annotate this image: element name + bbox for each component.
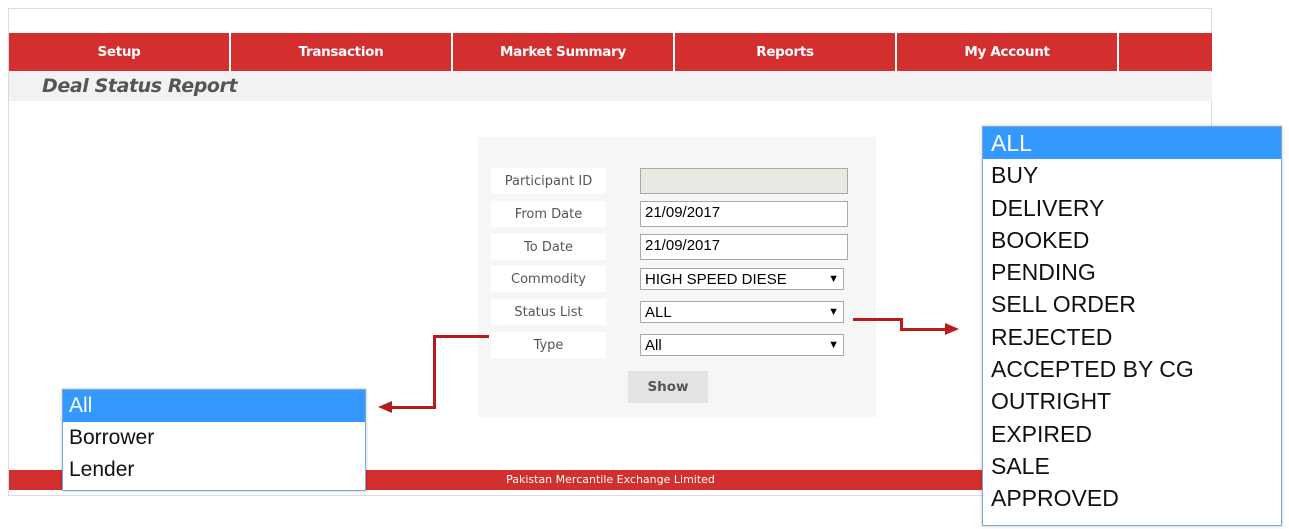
status-dropdown-list: ALL BUY DELIVERY BOOKED PENDING SELL ORD… [982, 126, 1282, 526]
callout-arrow-line [433, 335, 489, 338]
nav-item-reports[interactable]: Reports [675, 33, 897, 71]
callout-arrow-line [853, 318, 903, 321]
nav-item-setup[interactable]: Setup [9, 33, 231, 71]
type-option-borrower[interactable]: Borrower [63, 422, 365, 454]
from-date-label: From Date [491, 201, 606, 227]
page-title: Deal Status Report [42, 75, 238, 97]
to-date-label: To Date [491, 234, 606, 260]
arrow-right-icon [945, 323, 959, 335]
type-label: Type [491, 332, 606, 358]
nav-item-more[interactable] [1119, 33, 1212, 71]
status-option-accepted-by-cg[interactable]: ACCEPTED BY CG [983, 353, 1281, 385]
status-option-all[interactable]: ALL [983, 127, 1281, 160]
status-option-booked[interactable]: BOOKED [983, 224, 1281, 256]
commodity-label: Commodity [491, 266, 606, 292]
type-dropdown-list: All Borrower Lender [62, 389, 366, 491]
participant-id-input[interactable] [640, 168, 848, 194]
type-option-lender[interactable]: Lender [63, 454, 365, 486]
report-filter-form: Participant ID From Date 21/09/2017 To D… [478, 137, 876, 417]
commodity-select-value: HIGH SPEED DIESE [645, 270, 787, 288]
commodity-select[interactable]: HIGH SPEED DIESE ▼ [640, 268, 844, 290]
show-button[interactable]: Show [628, 371, 708, 403]
callout-arrow-line [433, 335, 436, 409]
to-date-input[interactable]: 21/09/2017 [640, 234, 848, 260]
type-select-value: All [645, 336, 662, 354]
callout-arrow-line [900, 328, 946, 331]
status-option-expired[interactable]: EXPIRED [983, 418, 1281, 450]
chevron-down-icon: ▼ [828, 339, 839, 351]
main-nav-bar: Setup Transaction Market Summary Reports… [9, 33, 1212, 71]
nav-item-my-account[interactable]: My Account [897, 33, 1119, 71]
status-option-sell-order[interactable]: SELL ORDER [983, 288, 1281, 320]
status-option-pending[interactable]: PENDING [983, 256, 1281, 288]
arrow-left-icon [378, 401, 392, 413]
type-select[interactable]: All ▼ [640, 334, 844, 356]
status-option-sale[interactable]: SALE [983, 450, 1281, 482]
nav-item-market-summary[interactable]: Market Summary [453, 33, 675, 71]
status-list-select[interactable]: ALL ▼ [640, 301, 844, 323]
status-option-rejected[interactable]: REJECTED [983, 321, 1281, 353]
participant-id-label: Participant ID [491, 168, 606, 194]
chevron-down-icon: ▼ [828, 306, 839, 318]
type-option-all[interactable]: All [63, 390, 365, 422]
from-date-input[interactable]: 21/09/2017 [640, 201, 848, 227]
status-option-buy[interactable]: BUY [983, 159, 1281, 191]
callout-arrow-line [392, 406, 436, 409]
status-option-delivery[interactable]: DELIVERY [983, 192, 1281, 224]
status-list-label: Status List [491, 299, 606, 325]
page-title-bar: Deal Status Report [9, 71, 1212, 101]
status-list-select-value: ALL [645, 303, 672, 321]
chevron-down-icon: ▼ [828, 273, 839, 285]
status-option-outright[interactable]: OUTRIGHT [983, 385, 1281, 417]
nav-item-transaction[interactable]: Transaction [231, 33, 453, 71]
status-option-approved[interactable]: APPROVED [983, 482, 1281, 514]
